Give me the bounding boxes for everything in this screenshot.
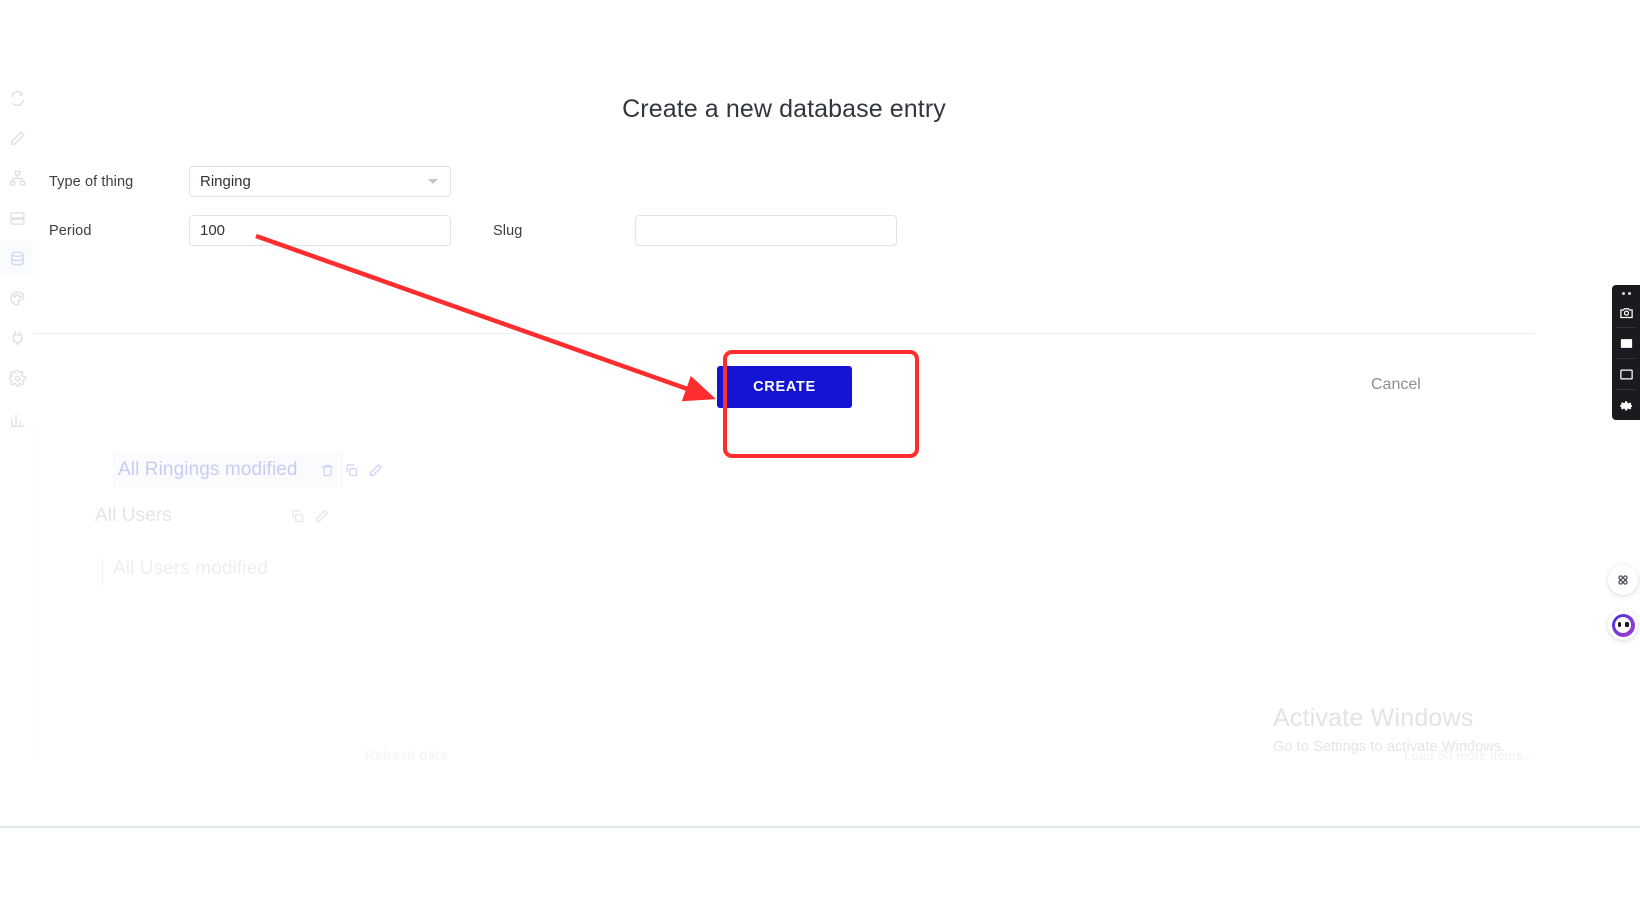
sidebar-item-layers[interactable] [5,206,29,230]
apps-grid-button[interactable] [1608,565,1638,595]
divider [1616,327,1636,328]
copy-icon[interactable] [290,509,305,524]
pencil-icon[interactable] [368,463,383,478]
field-label-period: Period [49,222,92,239]
field-label-slug: Slug [493,222,523,239]
screen-recorder-toolbar[interactable] [1612,285,1640,420]
field-slug: Slug [493,215,897,246]
list-item-label: All Ringings modified [118,459,298,480]
list-item[interactable]: All Users modified [102,558,268,586]
list-item[interactable]: All Users [95,505,329,527]
divider [1616,358,1636,359]
assistant-face-icon [1611,613,1635,637]
drag-handle-icon[interactable] [1621,289,1631,297]
gear-icon[interactable] [1615,394,1637,416]
windows-activation-watermark: Activate Windows Go to Settings to activ… [1273,703,1505,755]
list-item-label: All Users [95,505,172,526]
window-icon[interactable] [1615,363,1637,385]
list-item[interactable]: All Ringings modified [113,452,382,488]
field-label-type-of-thing: Type of thing [49,173,134,190]
assistant-button[interactable] [1608,610,1638,640]
sidebar-item-settings[interactable] [5,366,29,390]
sidebar [0,60,34,760]
sidebar-item-loop[interactable] [5,86,29,110]
slug-input[interactable] [635,215,897,246]
modal-footer: CREATE Cancel [33,334,1535,422]
type-of-thing-value: Ringing [200,173,251,190]
page-bottom-area [0,828,1640,924]
cancel-button[interactable]: Cancel [1371,376,1421,394]
watermark-subtitle: Go to Settings to activate Windows. [1273,739,1506,755]
sidebar-item-design[interactable] [5,126,29,150]
app-window: All Ringings modified All Users All User… [0,0,1640,828]
sidebar-item-styles[interactable] [5,286,29,310]
refresh-data-link[interactable]: Refresh data [365,747,448,763]
type-of-thing-select[interactable]: Ringing [189,166,451,197]
list-item-actions [290,509,329,524]
divider [1616,389,1636,390]
sidebar-item-logs[interactable] [5,408,29,432]
sidebar-item-plugins[interactable] [5,326,29,350]
stop-icon[interactable] [1615,332,1637,354]
create-button[interactable]: CREATE [717,366,852,408]
list-item-actions [320,463,383,478]
create-entry-modal: Create a new database entry Type of thin… [33,50,1535,422]
watermark-title: Activate Windows [1273,704,1474,732]
field-period: Period 100 [49,215,451,246]
sidebar-item-database[interactable] [0,240,34,276]
page-title: Create a new database entry [622,95,946,123]
sidebar-item-workflow[interactable] [5,166,29,190]
period-input[interactable]: 100 [189,215,451,246]
field-type-of-thing: Type of thing Ringing [49,166,451,197]
copy-icon[interactable] [344,463,359,478]
trash-icon[interactable] [320,463,335,478]
chevron-down-icon [428,179,438,184]
pencil-icon[interactable] [314,509,329,524]
period-value: 100 [200,222,226,239]
camera-icon[interactable] [1615,301,1637,323]
list-item-label: All Users modified [113,558,268,579]
grid-apps-icon [1618,575,1628,585]
screen: All Ringings modified All Users All User… [0,0,1640,924]
